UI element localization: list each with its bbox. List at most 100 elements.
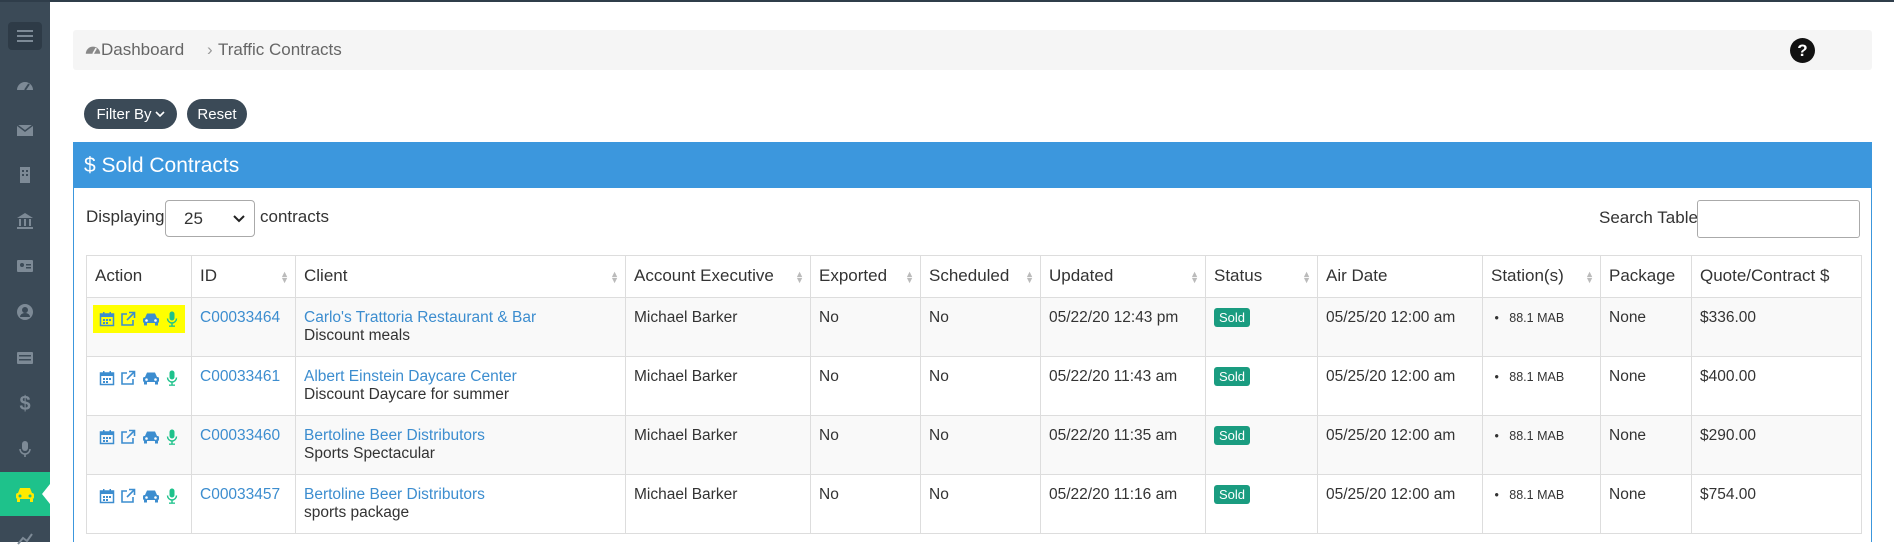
station-list-item: • 88.1 MAB: [1491, 370, 1565, 384]
car-icon[interactable]: [141, 311, 161, 327]
account-executive-cell: Michael Barker: [625, 415, 811, 475]
sidebar-item-contacts[interactable]: [0, 244, 50, 288]
scheduled-cell: No: [920, 297, 1041, 357]
microphone-icon[interactable]: [166, 311, 178, 327]
id-cell: C00033461: [191, 356, 296, 416]
status-cell: Sold: [1205, 474, 1318, 534]
chevron-down-icon: [154, 111, 165, 118]
help-button[interactable]: ?: [1790, 38, 1815, 63]
calendar-icon[interactable]: [99, 429, 115, 445]
column-header[interactable]: Station(s) ▲ ▼: [1482, 255, 1601, 298]
column-header[interactable]: Updated ▲ ▼: [1040, 255, 1206, 298]
dashboard-icon: [85, 46, 101, 55]
sidebar-item-mail[interactable]: [0, 108, 50, 152]
microphone-icon[interactable]: [166, 429, 178, 445]
action-cell: [86, 297, 192, 357]
package-cell: None: [1600, 356, 1692, 416]
menu-icon: [17, 30, 33, 42]
action-cell: [86, 356, 192, 416]
car-icon[interactable]: [141, 370, 161, 386]
column-header[interactable]: Scheduled ▲ ▼: [920, 255, 1041, 298]
table-row: C00033460 Bertoline Beer Distributors Spo…: [86, 415, 1862, 475]
air-date-cell: 05/25/20 12:00 am: [1317, 474, 1483, 534]
status-badge: Sold: [1214, 308, 1251, 327]
sidebar-item-bank[interactable]: [0, 199, 50, 243]
status-badge: Sold: [1214, 426, 1251, 445]
air-date-cell: 05/25/20 12:00 am: [1317, 415, 1483, 475]
action-icons: [95, 427, 183, 447]
sidebar-item-users[interactable]: [0, 290, 50, 334]
reset-button[interactable]: Reset: [187, 99, 247, 129]
sidebar-item-traffic[interactable]: [0, 472, 50, 516]
table-row: C00033457 Bertoline Beer Distributors spo…: [86, 474, 1862, 534]
client-link[interactable]: Bertoline Beer Distributors: [304, 486, 485, 503]
sidebar-item-dashboard[interactable]: [0, 64, 50, 108]
top-border: [0, 0, 1894, 2]
filter-by-label: Filter By: [96, 105, 152, 123]
contracts-label: contracts: [260, 207, 329, 226]
id-cell: C00033457: [191, 474, 296, 534]
client-link[interactable]: Bertoline Beer Distributors: [304, 427, 485, 444]
contract-id-link[interactable]: C00033457: [200, 486, 280, 503]
package-cell: None: [1600, 415, 1692, 475]
column-header[interactable]: Exported ▲ ▼: [810, 255, 921, 298]
air-date-cell: 05/25/20 12:00 am: [1317, 356, 1483, 416]
exported-cell: No: [810, 474, 921, 534]
table-header-row: Action ID ▲ ▼ Client ▲ ▼ Account Executive ▲ ▼…: [86, 255, 1862, 298]
search-table-input[interactable]: [1697, 200, 1860, 238]
client-link[interactable]: Carlo's Trattoria Restaurant & Bar: [304, 309, 536, 326]
contract-description: Sports Spectacular: [304, 445, 435, 462]
sidebar-item-billing[interactable]: $: [0, 382, 50, 426]
action-icons: [93, 305, 185, 333]
amount-cell: $336.00: [1691, 297, 1862, 357]
calendar-icon[interactable]: [99, 488, 115, 504]
station-cell: • 88.1 MAB: [1482, 474, 1601, 534]
contract-id-link[interactable]: C00033460: [200, 427, 280, 444]
bank-icon: [17, 213, 33, 229]
id-cell: C00033464: [191, 297, 296, 357]
sidebar-item-buildings[interactable]: [0, 153, 50, 197]
microphone-icon[interactable]: [166, 488, 178, 504]
filter-by-button[interactable]: Filter By: [84, 99, 177, 129]
sidebar-item-reports[interactable]: [0, 516, 50, 560]
column-header: Action: [86, 255, 192, 298]
column-header[interactable]: Account Executive ▲ ▼: [625, 255, 811, 298]
breadcrumb-home[interactable]: Dashboard: [85, 40, 184, 60]
external-link-icon[interactable]: [120, 311, 136, 327]
calendar-icon[interactable]: [99, 370, 115, 386]
car-icon[interactable]: [141, 488, 161, 504]
client-cell: Bertoline Beer Distributors sports packag…: [295, 474, 626, 534]
contract-id-link[interactable]: C00033464: [200, 309, 280, 326]
sort-icon: ▲ ▼: [795, 269, 804, 285]
id-cell: C00033460: [191, 415, 296, 475]
sort-icon: ▲ ▼: [280, 269, 289, 285]
sidebar-item-list[interactable]: [0, 336, 50, 380]
column-header[interactable]: Client ▲ ▼: [295, 255, 626, 298]
external-link-icon[interactable]: [120, 429, 136, 445]
package-cell: None: [1600, 474, 1692, 534]
action-cell: [86, 415, 192, 475]
contract-id-link[interactable]: C00033461: [200, 368, 280, 385]
external-link-icon[interactable]: [120, 370, 136, 386]
action-cell: [86, 474, 192, 534]
amount-cell: $400.00: [1691, 356, 1862, 416]
column-header[interactable]: Status ▲ ▼: [1205, 255, 1318, 298]
external-link-icon[interactable]: [120, 488, 136, 504]
page-size-select[interactable]: 25: [165, 200, 255, 237]
client-link[interactable]: Albert Einstein Daycare Center: [304, 368, 517, 385]
menu-toggle-button[interactable]: [8, 22, 42, 50]
car-icon[interactable]: [141, 429, 161, 445]
building-icon: [20, 167, 30, 183]
id-card-icon: [17, 260, 33, 272]
sidebar-item-audio[interactable]: [0, 427, 50, 471]
microphone-icon[interactable]: [166, 370, 178, 386]
table-row: C00033461 Albert Einstein Daycare Center…: [86, 356, 1862, 416]
calendar-icon[interactable]: [99, 311, 115, 327]
amount-cell: $290.00: [1691, 415, 1862, 475]
exported-cell: No: [810, 356, 921, 416]
client-cell: Albert Einstein Daycare Center Discount D…: [295, 356, 626, 416]
client-cell: Bertoline Beer Distributors Sports Specta…: [295, 415, 626, 475]
breadcrumb-home-label: Dashboard: [101, 40, 185, 59]
column-header[interactable]: ID ▲ ▼: [191, 255, 296, 298]
dashboard-icon: [17, 82, 33, 91]
